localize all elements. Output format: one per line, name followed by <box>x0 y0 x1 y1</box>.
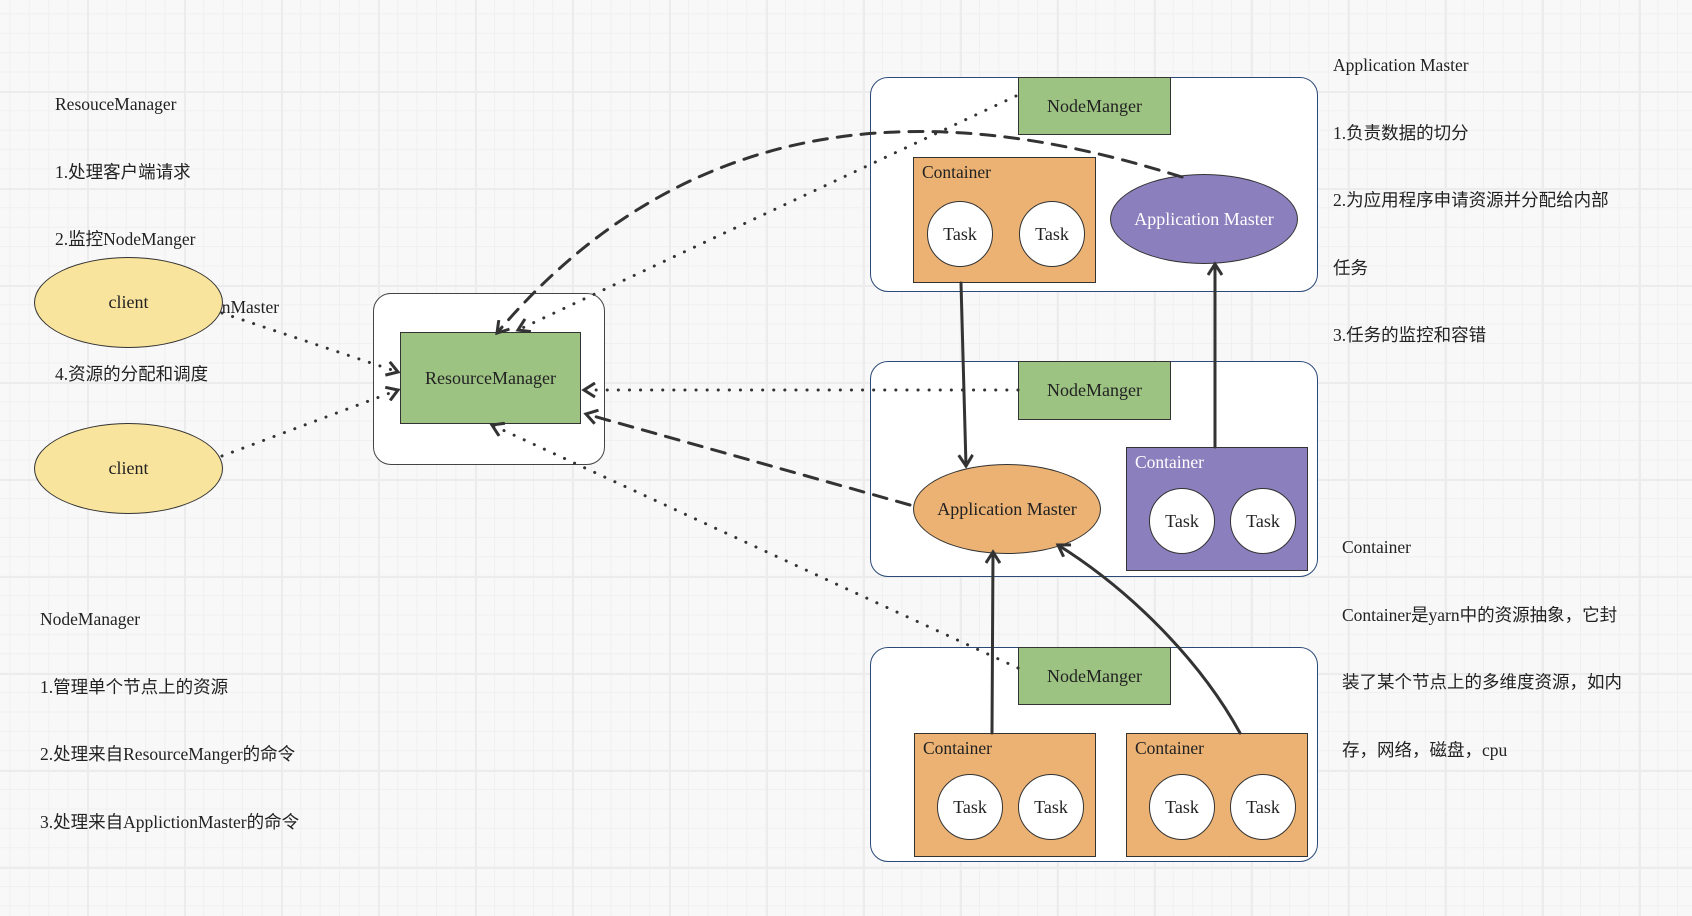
container-to-am-arrow <box>961 281 966 466</box>
container-to-am-arrow <box>992 552 993 735</box>
client-to-rm-arrow <box>220 311 398 372</box>
am-to-rm-arrow <box>497 130 1184 333</box>
connectors <box>220 94 1242 735</box>
client-to-rm-arrow <box>220 390 398 458</box>
nm-to-rm-arrow <box>492 425 1020 670</box>
container-to-am-arrow <box>1058 545 1242 735</box>
